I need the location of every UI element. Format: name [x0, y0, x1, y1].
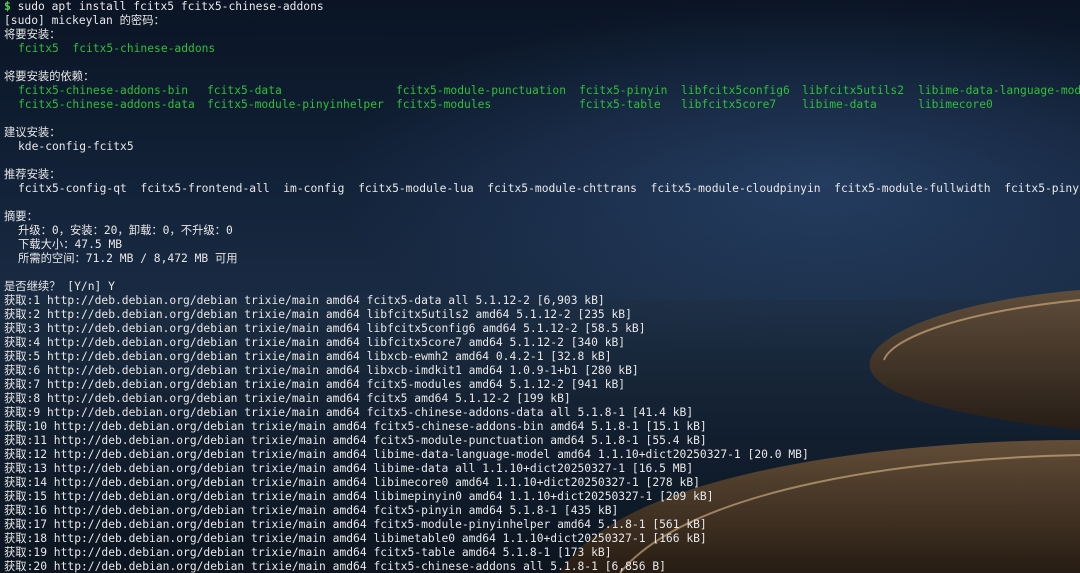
- recommended-heading: 推荐安装：: [4, 168, 61, 181]
- download-line: 获取:7 http://deb.debian.org/debian trixie…: [4, 378, 626, 391]
- command-line: $ sudo apt install fcitx5 fcitx5-chinese…: [0, 0, 1080, 14]
- download-line: 获取:9 http://deb.debian.org/debian trixie…: [4, 406, 694, 419]
- dependency-package: fcitx5-module-pinyinhelper: [207, 98, 384, 111]
- download-line: 获取:18 http://deb.debian.org/debian trixi…: [4, 532, 707, 545]
- install-packages: fcitx5 fcitx5-chinese-addons: [18, 42, 216, 55]
- install-heading: 将要安装：: [4, 28, 61, 41]
- summary-upgrade-line: 升级：0，安装：20，卸载：0，不升级：0: [18, 224, 233, 237]
- command-text: sudo apt install fcitx5 fcitx5-chinese-a…: [17, 0, 324, 13]
- download-line: 获取:15 http://deb.debian.org/debian trixi…: [4, 490, 714, 503]
- dependencies-row: fcitx5-chinese-addons-data fcitx5-module-…: [0, 98, 1080, 112]
- dependency-package: libime-data-language-mode: [918, 84, 1080, 97]
- download-line: 获取:16 http://deb.debian.org/debian trixi…: [4, 504, 619, 517]
- prompt-symbol: $: [4, 0, 11, 13]
- dependency-package: fcitx5-chinese-addons-bin: [18, 84, 189, 97]
- dependency-package: libfcitx5core7: [681, 98, 777, 111]
- dependency-package: fcitx5-data: [207, 84, 282, 97]
- download-line: 获取:13 http://deb.debian.org/debian trixi…: [4, 462, 694, 475]
- terminal-window[interactable]: $ sudo apt install fcitx5 fcitx5-chinese…: [0, 0, 1080, 573]
- suggested-packages: kde-config-fcitx5: [18, 140, 134, 153]
- download-line: 获取:6 http://deb.debian.org/debian trixie…: [4, 364, 639, 377]
- summary-heading: 摘要：: [4, 210, 38, 223]
- download-line: 获取:12 http://deb.debian.org/debian trixi…: [4, 448, 809, 461]
- recommended-packages: fcitx5-config-qt fcitx5-frontend-all im-…: [18, 182, 1080, 195]
- confirm-line: 是否继续？ [Y/n] Y: [4, 280, 115, 293]
- download-line: 获取:3 http://deb.debian.org/debian trixie…: [4, 322, 646, 335]
- download-line: 获取:17 http://deb.debian.org/debian trixi…: [4, 518, 707, 531]
- dependency-package: fcitx5-table: [579, 98, 661, 111]
- summary-download-line: 下载大小：47.5 MB: [18, 238, 123, 251]
- dependency-package: libimecore0: [918, 98, 993, 111]
- summary-space-line: 所需的空间：71.2 MB / 8,472 MB 可用: [18, 252, 238, 265]
- download-line: 获取:19 http://deb.debian.org/debian trixi…: [4, 546, 612, 559]
- download-line: 获取:8 http://deb.debian.org/debian trixie…: [4, 392, 571, 405]
- download-line: 获取:10 http://deb.debian.org/debian trixi…: [4, 420, 707, 433]
- dependency-package: fcitx5-chinese-addons-data: [18, 98, 195, 111]
- dependency-package: libime-data: [802, 98, 877, 111]
- download-log: 获取:1 http://deb.debian.org/debian trixie…: [0, 294, 1080, 573]
- suggested-heading: 建议安装：: [4, 126, 61, 139]
- password-prompt: [sudo] mickeylan 的密码：: [4, 14, 165, 27]
- download-line: 获取:2 http://deb.debian.org/debian trixie…: [4, 308, 632, 321]
- dependency-package: libfcitx5utils2: [802, 84, 905, 97]
- download-line: 获取:4 http://deb.debian.org/debian trixie…: [4, 336, 626, 349]
- download-line: 获取:11 http://deb.debian.org/debian trixi…: [4, 434, 707, 447]
- dependency-package: fcitx5-module-punctuation: [396, 84, 567, 97]
- download-line: 获取:1 http://deb.debian.org/debian trixie…: [4, 294, 605, 307]
- dependencies-row: fcitx5-chinese-addons-bin fcitx5-data fcit…: [0, 84, 1080, 98]
- dependency-package: libfcitx5config6: [681, 84, 790, 97]
- download-line: 获取:5 http://deb.debian.org/debian trixie…: [4, 350, 612, 363]
- download-line: 获取:14 http://deb.debian.org/debian trixi…: [4, 476, 700, 489]
- dependency-package: fcitx5-modules: [396, 98, 492, 111]
- download-line: 获取:20 http://deb.debian.org/debian trixi…: [4, 560, 666, 573]
- dependencies-heading: 将要安装的依赖：: [4, 70, 95, 83]
- dependency-package: fcitx5-pinyin: [579, 84, 668, 97]
